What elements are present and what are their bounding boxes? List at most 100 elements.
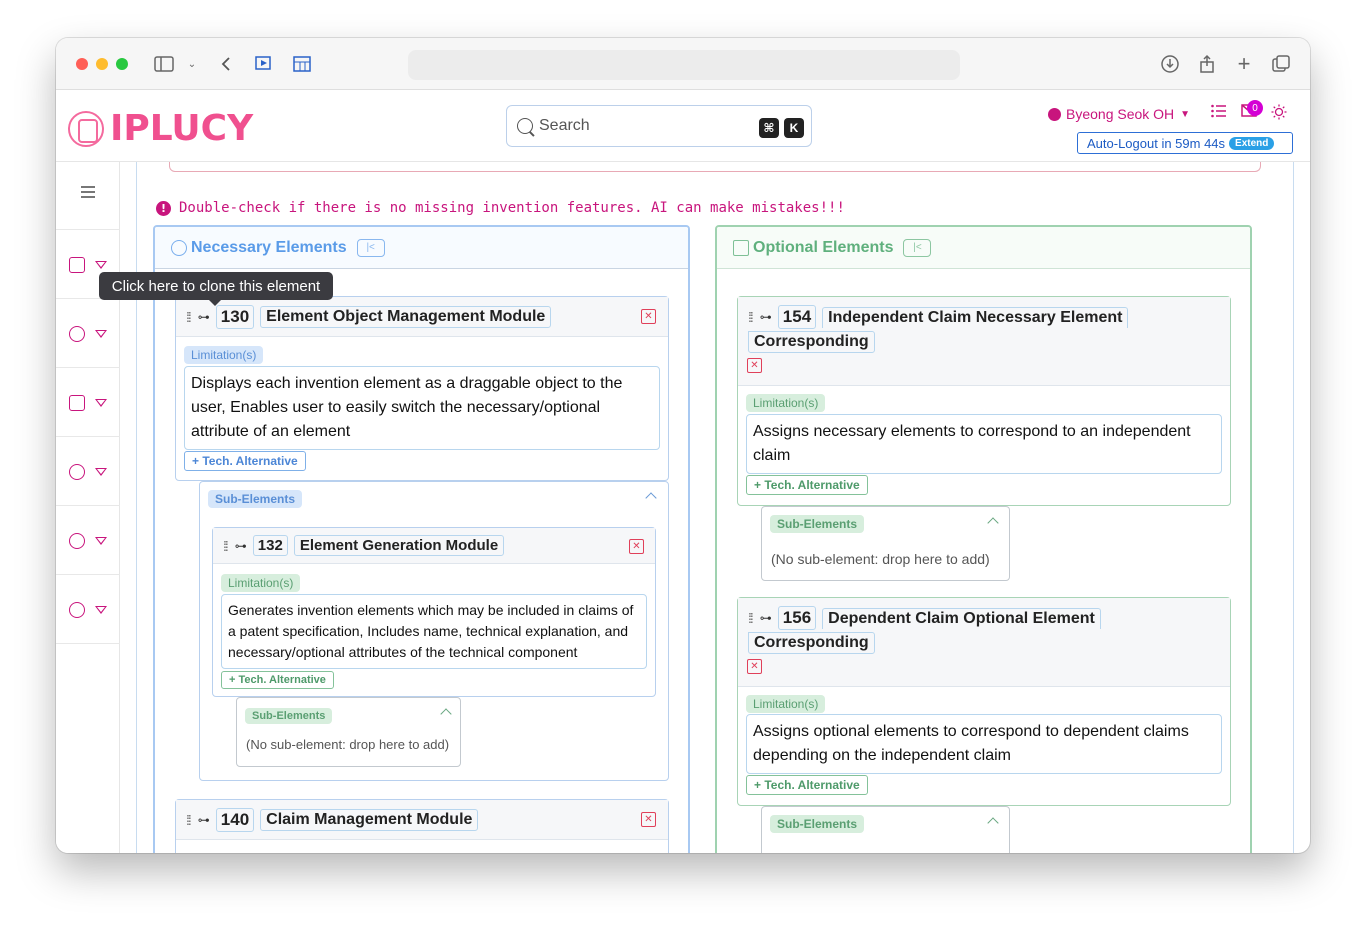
element-name[interactable]: Element Generation Module [293, 535, 505, 556]
optional-elements-panel: Optional Elements |< ⁞⁞ ⊶ 154 Independen… [715, 225, 1252, 853]
limitation-label: Limitation(s) [221, 574, 301, 592]
grip-icon[interactable]: ⁞⁞ [186, 812, 192, 828]
optional-elements-title: Optional Elements [753, 238, 894, 256]
element-number[interactable]: 130 [215, 304, 255, 329]
exclamation-icon: ! [156, 200, 171, 216]
element-card-154[interactable]: ⁞⁞ ⊶ 154 Independent Claim Necessary Ele… [737, 296, 1231, 506]
user-menu[interactable]: Byeong Seok OH ▼ [1048, 106, 1190, 122]
sub-elements-container: Sub-Elements (No sub-element: drop here … [236, 697, 461, 767]
search-icon [517, 118, 533, 134]
element-card-156[interactable]: ⁞⁞ ⊶ 156 Dependent Claim Optional Elemen… [737, 597, 1231, 806]
close-icon[interactable]: ✕ [641, 309, 656, 324]
add-tech-alternative-button[interactable]: + Tech. Alternative [221, 671, 334, 689]
chevron-down-icon[interactable]: ⌄ [180, 52, 204, 76]
download-icon[interactable] [1158, 52, 1182, 76]
element-card-140[interactable]: ⁞⁞ ⊶ 140 Claim Management Module ✕ [175, 799, 669, 853]
element-number[interactable]: 154 [777, 305, 817, 329]
optional-elements-header: Optional Elements |< [717, 227, 1250, 269]
limitation-text[interactable]: Displays each invention element as a dra… [184, 366, 660, 450]
element-name-line2[interactable]: Corresponding [748, 632, 875, 654]
clone-icon[interactable]: ⊶ [760, 611, 772, 625]
previous-section-edge [169, 162, 1261, 172]
browser-toolbar: ⌄ + [56, 38, 1310, 90]
grip-icon[interactable]: ⁞⁞ [186, 309, 192, 325]
sidebar-toggle-icon[interactable] [152, 52, 176, 76]
clone-icon[interactable]: ⊶ [198, 310, 210, 324]
triangle-down-icon [95, 536, 107, 545]
element-name-line2[interactable]: Corresponding [748, 331, 875, 353]
necessary-elements-header: Necessary Elements |< [155, 227, 688, 269]
triangle-down-icon [95, 260, 107, 269]
grid-icon [69, 394, 85, 411]
collapse-panel-button[interactable]: |< [903, 238, 932, 257]
add-tech-alternative-button[interactable]: + Tech. Alternative [184, 451, 306, 471]
url-bar[interactable] [408, 50, 960, 80]
add-tech-alternative-button[interactable]: + Tech. Alternative [746, 775, 868, 795]
extension-table-icon[interactable] [290, 52, 314, 76]
triangle-down-icon [95, 329, 107, 338]
grid-icon [733, 239, 749, 256]
clone-icon[interactable]: ⊶ [235, 539, 247, 553]
add-tech-alternative-button[interactable]: + Tech. Alternative [746, 475, 868, 495]
collapse-panel-button[interactable]: |< [356, 238, 385, 257]
close-icon[interactable]: ✕ [629, 539, 644, 554]
tab-overview-icon[interactable] [1269, 52, 1293, 76]
extension-icon[interactable] [252, 52, 276, 76]
auto-logout-indicator: Auto-Logout in 59m 44s Extend [1077, 132, 1293, 154]
sun-icon[interactable] [1271, 104, 1287, 125]
minimize-window-button[interactable] [96, 58, 108, 70]
kbd-k: K [784, 118, 804, 138]
no-sub-element-dropzone[interactable]: (No sub-element: drop here to add) [246, 737, 449, 752]
share-icon[interactable] [1195, 52, 1219, 76]
element-number[interactable]: 132 [252, 535, 288, 556]
app-header: IPLUCY Search ⌘ K Byeong Seok OH ▼ 0 Aut… [56, 90, 1310, 162]
extend-button[interactable]: Extend [1229, 136, 1275, 150]
chevron-up-icon[interactable] [440, 708, 452, 720]
element-number[interactable]: 140 [215, 807, 255, 832]
grip-icon[interactable]: ⁞⁞ [748, 610, 754, 626]
element-name-line1[interactable]: Dependent Claim Optional Element [822, 607, 1101, 629]
sidebar-item-globe-2[interactable] [56, 507, 120, 575]
element-card-132[interactable]: ⁞⁞ ⊶ 132 Element Generation Module ✕ Lim… [212, 527, 656, 697]
chevron-up-icon[interactable] [987, 817, 999, 829]
sidebar-menu-toggle[interactable] [56, 162, 120, 230]
back-icon[interactable] [214, 52, 238, 76]
clone-icon[interactable]: ⊶ [198, 813, 210, 827]
zoom-window-button[interactable] [116, 58, 128, 70]
logo[interactable]: IPLUCY [68, 108, 253, 149]
sidebar-item-account[interactable] [56, 576, 120, 644]
necessary-elements-panel: Necessary Elements |< ⁞⁞ ⊶ 130 Element O… [153, 225, 690, 853]
document-icon [69, 256, 85, 273]
grip-icon[interactable]: ⁞⁞ [748, 309, 754, 325]
limitation-text[interactable]: Generates invention elements which may b… [221, 594, 647, 669]
no-sub-element-dropzone[interactable]: (No sub-element: drop here to add) [771, 551, 990, 567]
element-name[interactable]: Element Object Management Module [260, 305, 552, 328]
necessary-elements-title: Necessary Elements [191, 238, 347, 256]
limitation-text[interactable]: Assigns optional elements to correspond … [746, 714, 1222, 774]
grip-icon[interactable]: ⁞⁞ [223, 538, 229, 554]
logo-icon [68, 110, 104, 147]
lightbulb-icon [69, 325, 85, 342]
close-window-button[interactable] [76, 58, 88, 70]
user-circle-icon [69, 601, 85, 618]
sidebar-item-elements[interactable] [56, 369, 120, 437]
close-icon[interactable]: ✕ [641, 812, 656, 827]
element-card-header: ⁞⁞ ⊶ 132 Element Generation Module [213, 528, 655, 564]
element-name[interactable]: Claim Management Module [260, 808, 479, 831]
chevron-up-icon[interactable] [987, 517, 999, 529]
element-number[interactable]: 156 [777, 606, 817, 630]
element-card-130[interactable]: ⁞⁞ ⊶ 130 Element Object Management Modul… [175, 296, 669, 481]
element-card-header: ⁞⁞ ⊶ 140 Claim Management Module [176, 800, 668, 840]
task-list-icon[interactable] [1211, 104, 1227, 123]
close-icon[interactable]: ✕ [747, 358, 762, 373]
notification-badge: 0 [1247, 100, 1263, 116]
element-name-line1[interactable]: Independent Claim Necessary Element [822, 306, 1129, 328]
sidebar-item-idea[interactable] [56, 300, 120, 368]
close-icon[interactable]: ✕ [747, 659, 762, 674]
clone-icon[interactable]: ⊶ [760, 310, 772, 324]
search-input[interactable]: Search ⌘ K [506, 105, 812, 147]
chevron-up-icon[interactable] [645, 492, 657, 504]
limitation-text[interactable]: Assigns necessary elements to correspond… [746, 414, 1222, 474]
sidebar-item-globe-1[interactable] [56, 438, 120, 506]
new-tab-icon[interactable]: + [1232, 51, 1256, 76]
